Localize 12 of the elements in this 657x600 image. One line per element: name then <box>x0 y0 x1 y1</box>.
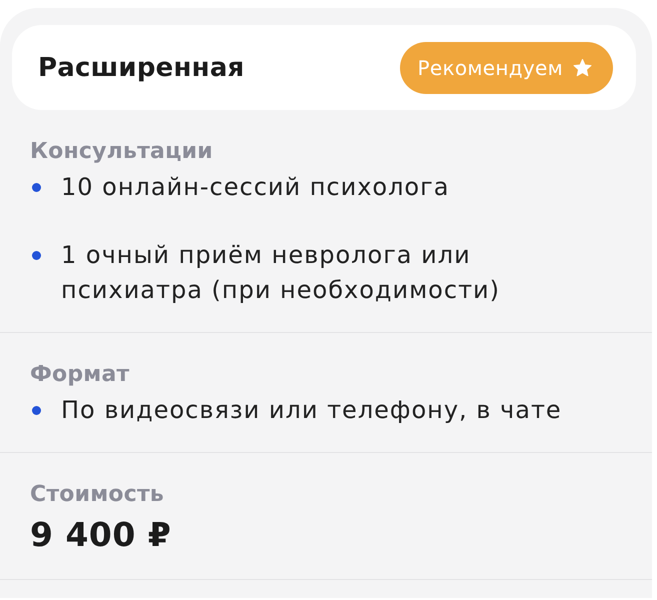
price-text: 9 400 ₽ <box>30 515 172 555</box>
section-label: Формат <box>30 361 130 389</box>
bullet-icon <box>32 406 41 415</box>
list-item-text: По видеосвязи или телефону, в чате <box>61 395 562 426</box>
list-item-text: 1 очный приём невролога или психиатра (при необходимости) <box>61 240 502 306</box>
plan-title: Расширенная <box>38 52 244 82</box>
section-label: Консультации <box>30 138 214 166</box>
bullet-icon <box>32 251 41 260</box>
section-label: Стоимость <box>30 481 166 509</box>
list-item-text: 10 онлайн-сессий психолога <box>61 172 450 203</box>
bullet-icon <box>32 183 41 192</box>
badge-label: Рекомендуем <box>417 56 563 80</box>
